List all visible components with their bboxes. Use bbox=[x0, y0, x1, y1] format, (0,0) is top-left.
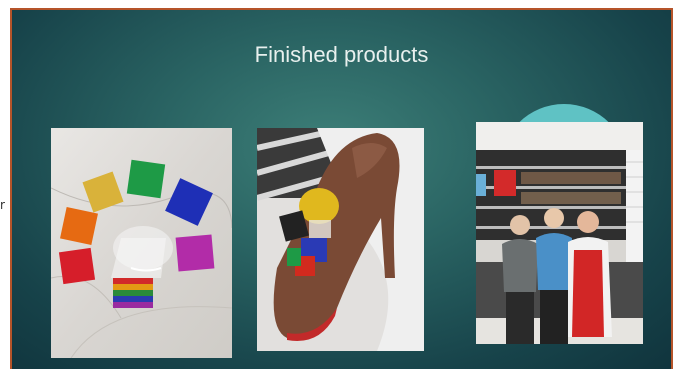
photo-chocolate-shoe bbox=[257, 128, 424, 351]
edge-glyph: r bbox=[0, 198, 5, 212]
slide-title: Finished products bbox=[254, 42, 429, 67]
slide: Finished products bbox=[10, 8, 673, 369]
photo-wrapped-chocolates bbox=[51, 128, 232, 358]
photo-shop-staff bbox=[476, 122, 643, 344]
